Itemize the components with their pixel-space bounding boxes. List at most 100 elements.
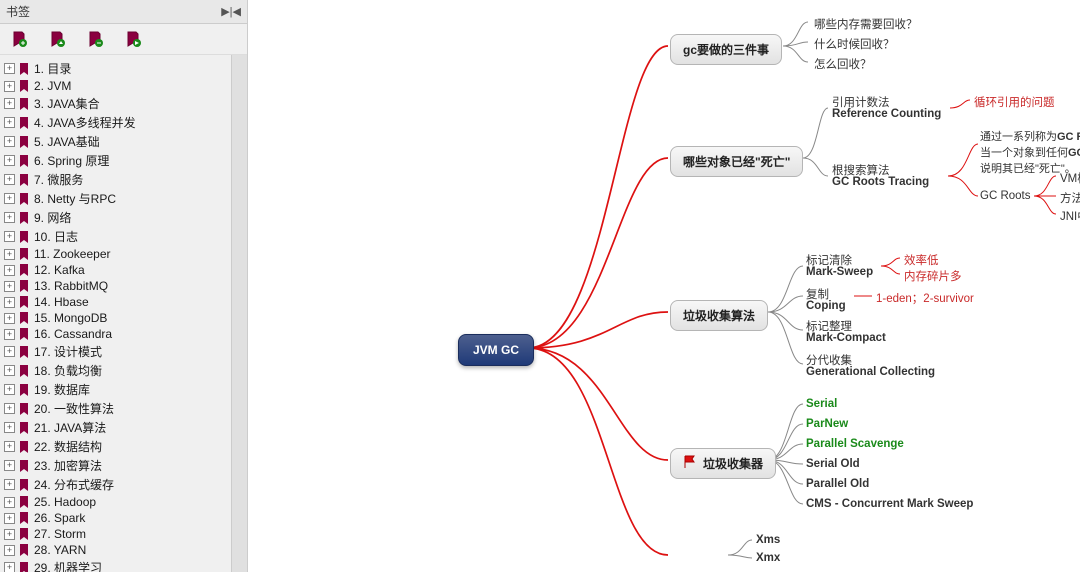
expand-icon[interactable]: + [4,81,15,92]
leaf[interactable]: 哪些内存需要回收？ [814,16,918,32]
expand-icon[interactable]: + [4,117,15,128]
leaf[interactable]: 效率低 [904,252,939,268]
bookmark-item[interactable]: + 9. 网络 [0,208,231,227]
leaf[interactable]: JNI中的引用 [1060,208,1080,224]
bookmark-item[interactable]: + 29. 机器学习 [0,558,231,572]
expand-icon[interactable]: + [4,346,15,357]
expand-icon[interactable]: + [4,297,15,308]
bookmark-item[interactable]: + 24. 分布式缓存 [0,475,231,494]
expand-icon[interactable]: + [4,231,15,242]
bookmark-item[interactable]: + 15. MongoDB [0,310,231,326]
leaf[interactable]: Generational Collecting [806,366,935,378]
bookmark-item[interactable]: + 13. RabbitMQ [0,278,231,294]
bookmark-item[interactable]: + 21. JAVA算法 [0,418,231,437]
bookmark-item[interactable]: + 19. 数据库 [0,380,231,399]
bookmark-item[interactable]: + 10. 日志 [0,227,231,246]
expand-icon[interactable]: + [4,460,15,471]
expand-icon[interactable]: + [4,98,15,109]
bookmark-item[interactable]: + 6. Spring 原理 [0,151,231,170]
leaf[interactable]: Coping [806,300,846,312]
bookmark-item[interactable]: + 5. JAVA基础 [0,132,231,151]
toolbar-btn-2[interactable] [48,30,66,48]
bookmark-item[interactable]: + 16. Cassandra [0,326,231,342]
expand-icon[interactable]: + [4,249,15,260]
bookmark-item[interactable]: + 2. JVM [0,78,231,94]
expand-icon[interactable]: + [4,329,15,340]
bookmark-item[interactable]: + 23. 加密算法 [0,456,231,475]
bookmark-item[interactable]: + 17. 设计模式 [0,342,231,361]
expand-icon[interactable]: + [4,281,15,292]
bookmark-item[interactable]: + 8. Netty 与RPC [0,189,231,208]
toolbar-btn-1[interactable] [10,30,28,48]
leaf[interactable]: Xmx [756,552,780,564]
collector-leaf[interactable]: Serial Old [806,458,860,470]
bookmark-item[interactable]: + 7. 微服务 [0,170,231,189]
bookmark-item[interactable]: + 14. Hbase [0,294,231,310]
bookmark-item[interactable]: + 22. 数据结构 [0,437,231,456]
expand-icon[interactable]: + [4,384,15,395]
collector-leaf[interactable]: Parallel Scavenge [806,438,904,450]
bookmark-item[interactable]: + 1. 目录 [0,59,231,78]
expand-icon[interactable]: + [4,365,15,376]
bookmark-label: 24. 分布式缓存 [34,476,114,493]
branch-dead-objects[interactable]: 哪些对象已经"死亡" [670,146,803,177]
expand-icon[interactable]: + [4,497,15,508]
root-node[interactable]: JVM GC [458,334,534,366]
bookmark-item[interactable]: + 12. Kafka [0,262,231,278]
bookmarks-sidebar: 书签 ▶|◀ + 1. 目录+ 2. JVM+ 3. JAVA集合+ 4. JA… [0,0,248,572]
expand-icon[interactable]: + [4,562,15,572]
bookmark-label: 9. 网络 [34,209,71,226]
leaf[interactable]: 方法区中的静态引用 [1060,190,1080,206]
collector-leaf[interactable]: Parallel Old [806,478,869,490]
bookmark-item[interactable]: + 4. JAVA多线程并发 [0,113,231,132]
leaf[interactable]: Mark-Compact [806,332,886,344]
expand-icon[interactable]: + [4,403,15,414]
bookmark-item[interactable]: + 26. Spark [0,510,231,526]
toolbar-btn-3[interactable] [86,30,104,48]
branch-collectors[interactable]: 垃圾收集器 [670,448,776,479]
leaf[interactable]: 1-eden；2-survivor [876,290,974,306]
expand-icon[interactable]: + [4,545,15,556]
sidebar-collapse-icon[interactable]: ▶|◀ [221,5,241,18]
expand-icon[interactable]: + [4,136,15,147]
leaf[interactable]: 怎么回收？ [814,56,872,72]
leaf[interactable]: GC Roots [980,190,1031,202]
expand-icon[interactable]: + [4,313,15,324]
expand-icon[interactable]: + [4,513,15,524]
expand-icon[interactable]: + [4,174,15,185]
bookmark-item[interactable]: + 20. 一致性算法 [0,399,231,418]
expand-icon[interactable]: + [4,212,15,223]
bookmark-item[interactable]: + 18. 负载均衡 [0,361,231,380]
mindmap-canvas[interactable]: JVM GC gc要做的三件事 哪些内存需要回收？ 什么时候回收？ 怎么回收？ … [248,0,1080,572]
bookmark-item[interactable]: + 11. Zookeeper [0,246,231,262]
bookmark-item[interactable]: + 3. JAVA集合 [0,94,231,113]
leaf[interactable]: GC Roots Tracing [832,176,929,188]
expand-icon[interactable]: + [4,155,15,166]
gc-roots-desc[interactable]: 通过一系列称为GC Roots的点作为起点，向下搜索。 当一个对象到任何GC R… [980,128,1080,176]
branch-gc-algorithms[interactable]: 垃圾收集算法 [670,300,768,331]
expand-icon[interactable]: + [4,529,15,540]
expand-icon[interactable]: + [4,63,15,74]
collector-leaf[interactable]: CMS - Concurrent Mark Sweep [806,498,973,510]
leaf[interactable]: 循环引用的问题 [974,94,1055,110]
collector-leaf[interactable]: Serial [806,398,837,410]
bookmark-item[interactable]: + 27. Storm [0,526,231,542]
sidebar-scrollbar[interactable] [231,55,247,572]
expand-icon[interactable]: + [4,265,15,276]
expand-icon[interactable]: + [4,441,15,452]
leaf[interactable]: Xms [756,534,780,546]
leaf[interactable]: VM栈中的引用 [1060,170,1080,186]
leaf[interactable]: Mark-Sweep [806,266,873,278]
leaf[interactable]: 内存碎片多 [904,268,962,284]
leaf[interactable]: 什么时候回收？ [814,36,895,52]
bookmark-label: 6. Spring 原理 [34,152,109,169]
leaf[interactable]: Reference Counting [832,108,941,120]
collector-leaf[interactable]: ParNew [806,418,848,430]
bookmark-item[interactable]: + 28. YARN [0,542,231,558]
bookmark-item[interactable]: + 25. Hadoop [0,494,231,510]
expand-icon[interactable]: + [4,422,15,433]
expand-icon[interactable]: + [4,479,15,490]
toolbar-btn-4[interactable] [124,30,142,48]
expand-icon[interactable]: + [4,193,15,204]
branch-gc-three-things[interactable]: gc要做的三件事 [670,34,782,65]
